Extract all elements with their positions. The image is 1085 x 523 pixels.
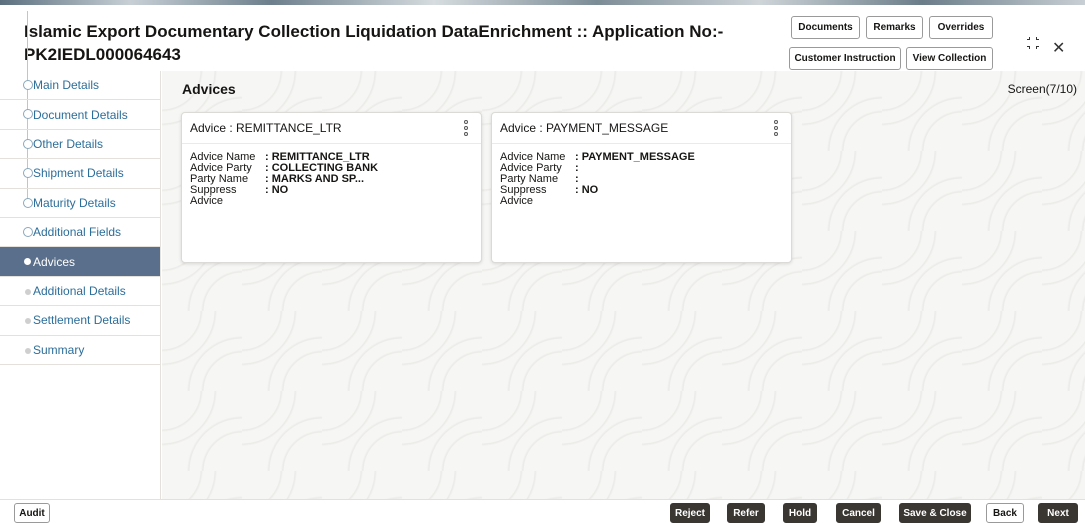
hold-button[interactable]: Hold <box>783 503 817 523</box>
kebab-menu-icon[interactable] <box>774 120 778 136</box>
step-pending-icon <box>25 288 31 295</box>
advice-card[interactable]: Advice : REMITTANCE_LTR Advice Name : RE… <box>181 112 482 263</box>
step-check-icon <box>23 197 33 208</box>
step-current-icon <box>24 258 31 266</box>
advice-card-body: Advice Name : REMITTANCE_LTR Advice Part… <box>182 144 481 207</box>
customer-instruction-button[interactable]: Customer Instruction <box>789 47 901 70</box>
sidebar-item-main-details[interactable]: Main Details <box>0 71 160 101</box>
sidebar-item-label: Settlement Details <box>33 313 131 328</box>
sidebar-item-additional-details[interactable]: Additional Details <box>0 277 160 307</box>
cancel-button[interactable]: Cancel <box>836 503 881 523</box>
step-check-icon <box>23 109 33 120</box>
audit-button[interactable]: Audit <box>14 503 50 523</box>
step-check-icon <box>23 80 33 90</box>
section-title: Advices <box>182 81 236 97</box>
sidebar-item-label: Additional Details <box>33 283 126 298</box>
sidebar-navigation: Main Details Document Details Other Deta… <box>0 11 161 499</box>
sidebar-item-document-details[interactable]: Document Details <box>0 100 160 130</box>
sidebar-item-advices[interactable]: Advices <box>0 247 160 277</box>
sidebar-item-label: Document Details <box>33 107 128 122</box>
sidebar-item-label: Summary <box>33 342 85 357</box>
advice-card-title: Advice : PAYMENT_MESSAGE <box>492 113 791 144</box>
sidebar-item-maturity-details[interactable]: Maturity Details <box>0 189 160 218</box>
view-collection-button[interactable]: View Collection <box>906 47 993 70</box>
advice-card-title: Advice : REMITTANCE_LTR <box>182 113 481 144</box>
field-label: Suppress Advice <box>190 184 237 207</box>
expand-icon[interactable] <box>1027 37 1039 49</box>
next-button[interactable]: Next <box>1038 503 1078 523</box>
advice-card-body: Advice Name : PAYMENT_MESSAGE Advice Par… <box>492 144 791 207</box>
field-row: Suppress Advice : NO <box>190 185 473 207</box>
overrides-button[interactable]: Overrides <box>929 16 993 39</box>
step-check-icon <box>23 168 33 179</box>
step-pending-icon <box>25 318 31 325</box>
field-value: : PAYMENT_MESSAGE <box>575 151 695 163</box>
back-button[interactable]: Back <box>986 503 1024 523</box>
sidebar-item-additional-fields[interactable]: Additional Fields <box>0 218 160 248</box>
field-row: Suppress Advice : NO <box>500 185 783 207</box>
sidebar-item-label: Additional Fields <box>33 225 122 240</box>
footer-action-bar: Audit Reject Refer Hold Cancel Save & Cl… <box>0 499 1085 523</box>
kebab-menu-icon[interactable] <box>464 120 468 136</box>
sidebar-item-label: Other Details <box>33 136 104 151</box>
sidebar-item-label: Advices <box>33 254 76 269</box>
sidebar-item-label: Main Details <box>33 78 100 93</box>
sidebar-item-summary[interactable]: Summary <box>0 336 160 365</box>
sidebar-item-settlement-details[interactable]: Settlement Details <box>0 306 160 336</box>
sidebar-item-shipment-details[interactable]: Shipment Details <box>0 159 160 189</box>
step-check-icon <box>23 138 33 149</box>
refer-button[interactable]: Refer <box>727 503 765 523</box>
close-icon[interactable]: ✕ <box>1052 38 1065 58</box>
sidebar-item-other-details[interactable]: Other Details <box>0 130 160 160</box>
documents-button[interactable]: Documents <box>791 16 860 39</box>
remarks-button[interactable]: Remarks <box>866 16 923 39</box>
reject-button[interactable]: Reject <box>670 503 710 523</box>
field-label: Suppress Advice <box>500 184 547 207</box>
sidebar-item-label: Maturity Details <box>33 195 116 210</box>
page-header: Islamic Export Documentary Collection Li… <box>0 5 1085 71</box>
step-check-icon <box>23 226 33 237</box>
main-content: Advices Screen(7/10) Advice : REMITTANCE… <box>162 71 1085 499</box>
advice-card[interactable]: Advice : PAYMENT_MESSAGE Advice Name : P… <box>491 112 792 263</box>
screen-counter: Screen(7/10) <box>1007 82 1077 96</box>
sidebar-item-label: Shipment Details <box>33 166 124 181</box>
field-value: : NO <box>265 184 289 196</box>
page-title: Islamic Export Documentary Collection Li… <box>24 22 724 64</box>
field-value: : NO <box>575 184 599 196</box>
save-close-button[interactable]: Save & Close <box>899 503 971 523</box>
step-pending-icon <box>25 347 31 354</box>
